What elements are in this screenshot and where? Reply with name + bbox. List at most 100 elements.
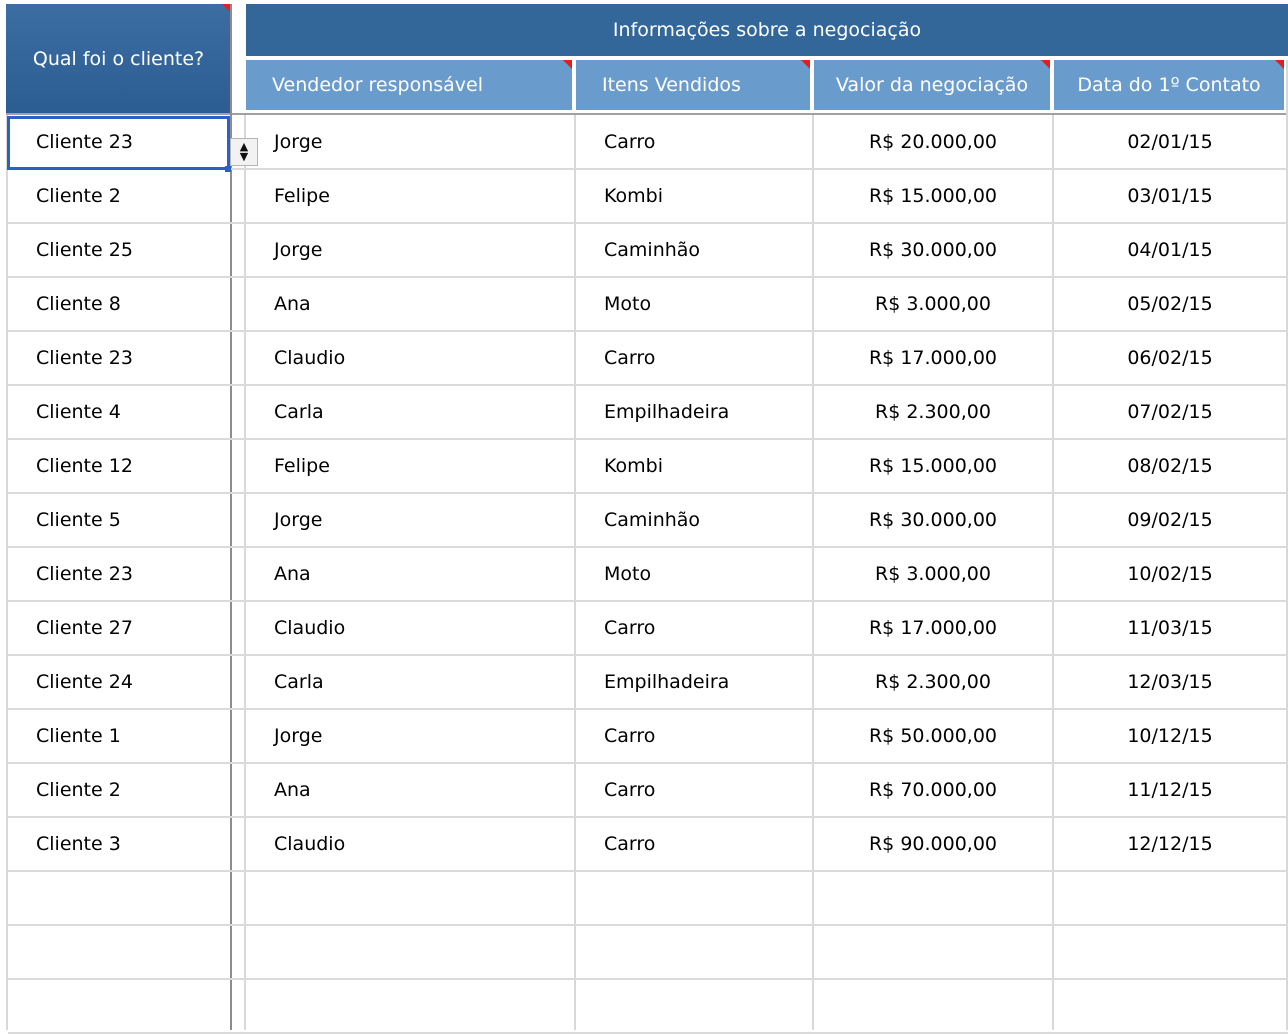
- value-column-header[interactable]: Valor da negociação: [814, 60, 1050, 110]
- item-cell[interactable]: Kombi: [576, 440, 812, 492]
- seller-cell[interactable]: [246, 872, 574, 924]
- item-cell[interactable]: Carro: [576, 116, 812, 168]
- date-cell[interactable]: 08/02/15: [1054, 440, 1286, 492]
- seller-cell[interactable]: Claudio: [246, 332, 574, 384]
- date-cell[interactable]: 10/02/15: [1054, 548, 1286, 600]
- date-cell[interactable]: 12/12/15: [1054, 818, 1286, 870]
- seller-cell[interactable]: Jorge: [246, 224, 574, 276]
- item-cell[interactable]: [576, 980, 812, 1032]
- item-cell[interactable]: Carro: [576, 332, 812, 384]
- date-cell[interactable]: 09/02/15: [1054, 494, 1286, 546]
- client-cell[interactable]: [8, 926, 230, 978]
- value-cell[interactable]: R$ 2.300,00: [814, 386, 1052, 438]
- selected-cell-outline[interactable]: [7, 116, 230, 170]
- client-cell[interactable]: [8, 980, 230, 1032]
- seller-cell[interactable]: Carla: [246, 386, 574, 438]
- item-cell[interactable]: Moto: [576, 278, 812, 330]
- seller-column-header[interactable]: Vendedor responsável: [246, 60, 572, 110]
- first-contact-column-header[interactable]: Data do 1º Contato: [1054, 60, 1284, 110]
- client-cell[interactable]: Cliente 25: [8, 224, 230, 276]
- value-cell[interactable]: [814, 980, 1052, 1032]
- seller-cell[interactable]: Jorge: [246, 116, 574, 168]
- date-cell[interactable]: 07/02/15: [1054, 386, 1286, 438]
- seller-column-header-label: Vendedor responsável: [272, 74, 484, 96]
- date-cell[interactable]: [1054, 926, 1286, 978]
- item-cell[interactable]: Caminhão: [576, 224, 812, 276]
- value-cell[interactable]: R$ 15.000,00: [814, 440, 1052, 492]
- fill-handle[interactable]: [225, 166, 231, 172]
- comment-indicator-icon[interactable]: [1275, 60, 1284, 69]
- seller-cell[interactable]: Ana: [246, 764, 574, 816]
- date-cell[interactable]: 05/02/15: [1054, 278, 1286, 330]
- client-cell[interactable]: Cliente 5: [8, 494, 230, 546]
- client-cell[interactable]: Cliente 3: [8, 818, 230, 870]
- client-cell[interactable]: Cliente 4: [8, 386, 230, 438]
- date-cell[interactable]: 03/01/15: [1054, 170, 1286, 222]
- negotiation-info-group-header[interactable]: Informações sobre a negociação: [246, 4, 1288, 56]
- date-cell[interactable]: 06/02/15: [1054, 332, 1286, 384]
- item-cell[interactable]: Empilhadeira: [576, 656, 812, 708]
- seller-cell[interactable]: Claudio: [246, 818, 574, 870]
- value-cell[interactable]: R$ 17.000,00: [814, 602, 1052, 654]
- item-cell[interactable]: Caminhão: [576, 494, 812, 546]
- spin-control[interactable]: ▲ ▼: [230, 138, 258, 166]
- value-cell[interactable]: R$ 30.000,00: [814, 494, 1052, 546]
- client-cell[interactable]: Cliente 2: [8, 170, 230, 222]
- value-cell[interactable]: R$ 50.000,00: [814, 710, 1052, 762]
- value-cell[interactable]: R$ 20.000,00: [814, 116, 1052, 168]
- client-column-header[interactable]: Qual foi o cliente?: [6, 4, 231, 114]
- seller-cell[interactable]: Felipe: [246, 170, 574, 222]
- item-cell[interactable]: Carro: [576, 764, 812, 816]
- value-cell[interactable]: [814, 872, 1052, 924]
- spin-down-icon[interactable]: ▼: [240, 151, 248, 162]
- client-cell[interactable]: Cliente 23: [8, 332, 230, 384]
- date-cell[interactable]: 02/01/15: [1054, 116, 1286, 168]
- items-column-header[interactable]: Itens Vendidos: [576, 60, 810, 110]
- date-cell[interactable]: 12/03/15: [1054, 656, 1286, 708]
- client-cell[interactable]: Cliente 24: [8, 656, 230, 708]
- seller-cell[interactable]: [246, 926, 574, 978]
- value-cell[interactable]: R$ 3.000,00: [814, 278, 1052, 330]
- client-cell[interactable]: Cliente 1: [8, 710, 230, 762]
- item-cell[interactable]: Carro: [576, 818, 812, 870]
- seller-cell[interactable]: Jorge: [246, 494, 574, 546]
- date-cell[interactable]: 11/03/15: [1054, 602, 1286, 654]
- item-cell[interactable]: Moto: [576, 548, 812, 600]
- value-cell[interactable]: R$ 70.000,00: [814, 764, 1052, 816]
- seller-cell[interactable]: Ana: [246, 278, 574, 330]
- seller-cell[interactable]: Claudio: [246, 602, 574, 654]
- comment-indicator-icon[interactable]: [1041, 60, 1050, 69]
- client-cell[interactable]: Cliente 27: [8, 602, 230, 654]
- client-cell[interactable]: Cliente 23: [8, 548, 230, 600]
- client-cell[interactable]: Cliente 2: [8, 764, 230, 816]
- item-cell[interactable]: Empilhadeira: [576, 386, 812, 438]
- value-cell[interactable]: R$ 90.000,00: [814, 818, 1052, 870]
- seller-cell[interactable]: Ana: [246, 548, 574, 600]
- date-cell[interactable]: 04/01/15: [1054, 224, 1286, 276]
- seller-cell[interactable]: Felipe: [246, 440, 574, 492]
- value-cell[interactable]: R$ 15.000,00: [814, 170, 1052, 222]
- client-cell[interactable]: [8, 872, 230, 924]
- value-cell[interactable]: R$ 2.300,00: [814, 656, 1052, 708]
- seller-cell[interactable]: Jorge: [246, 710, 574, 762]
- item-cell[interactable]: [576, 926, 812, 978]
- value-cell[interactable]: R$ 30.000,00: [814, 224, 1052, 276]
- client-cell[interactable]: Cliente 8: [8, 278, 230, 330]
- date-cell[interactable]: 11/12/15: [1054, 764, 1286, 816]
- seller-cell[interactable]: Carla: [246, 656, 574, 708]
- date-cell[interactable]: 10/12/15: [1054, 710, 1286, 762]
- client-column-header-label: Qual foi o cliente?: [32, 48, 205, 70]
- value-cell[interactable]: [814, 926, 1052, 978]
- date-cell[interactable]: [1054, 872, 1286, 924]
- item-cell[interactable]: Carro: [576, 710, 812, 762]
- comment-indicator-icon[interactable]: [801, 60, 810, 69]
- item-cell[interactable]: [576, 872, 812, 924]
- value-cell[interactable]: R$ 3.000,00: [814, 548, 1052, 600]
- item-cell[interactable]: Carro: [576, 602, 812, 654]
- comment-indicator-icon[interactable]: [563, 60, 572, 69]
- client-cell[interactable]: Cliente 12: [8, 440, 230, 492]
- value-cell[interactable]: R$ 17.000,00: [814, 332, 1052, 384]
- item-cell[interactable]: Kombi: [576, 170, 812, 222]
- seller-cell[interactable]: [246, 980, 574, 1032]
- date-cell[interactable]: [1054, 980, 1286, 1032]
